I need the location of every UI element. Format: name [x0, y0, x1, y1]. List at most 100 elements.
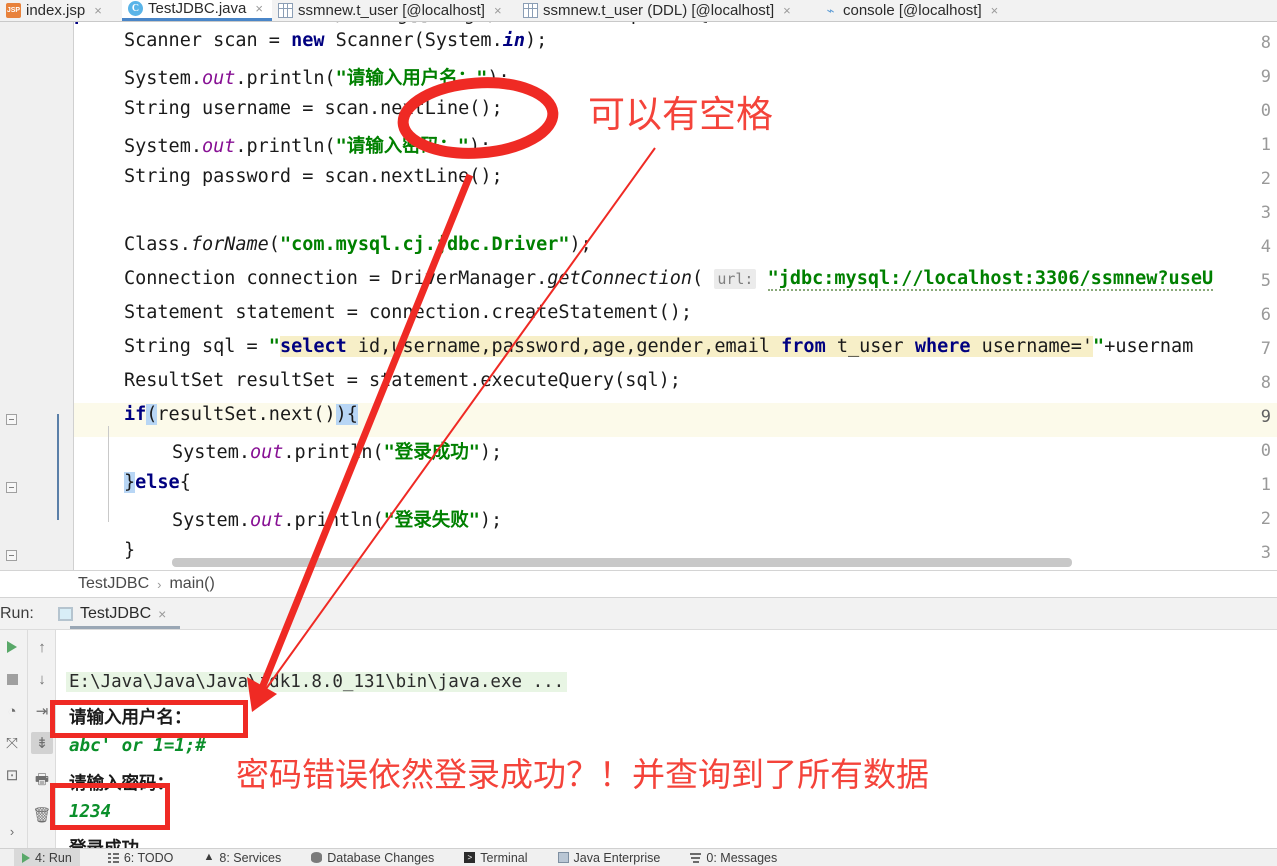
run-toolbar-right-column: ↑ ↓ ⇥ ⇟ 🖶 🗑	[27, 630, 56, 848]
tab-label: TestJDBC.java	[148, 0, 247, 17]
code-line: System.out.println("请输入用户名：");	[124, 68, 510, 89]
status-bar-item-terminal[interactable]: > Terminal	[464, 850, 528, 865]
code-line: String password = scan.nextLine();	[124, 166, 503, 187]
run-icon	[22, 852, 30, 863]
run-tab-label: TestJDBC	[80, 604, 152, 622]
messages-icon	[690, 852, 702, 863]
tab-console-localhost[interactable]: ⌁ console [@localhost] ×	[817, 0, 1027, 21]
run-configuration-tab[interactable]: TestJDBC ×	[58, 598, 181, 630]
ide-window: JSP index.jsp × C TestJDBC.java × ssmnew…	[0, 0, 1277, 866]
dump-threads-button[interactable]: ◔	[1, 700, 23, 722]
tab-ssmnew-t-user-ddl[interactable]: ssmnew.t_user (DDL) [@localhost] ×	[517, 0, 817, 21]
status-bar-label: 4: Run	[35, 850, 72, 865]
scroll-to-end-button[interactable]: ⇟	[31, 732, 53, 754]
fold-marker-icon[interactable]	[6, 414, 17, 425]
console-line: 请输入用户名：	[69, 708, 192, 728]
breadcrumb-separator: ›	[157, 576, 162, 592]
close-icon[interactable]: ×	[158, 606, 166, 622]
database-console-icon: ⌁	[826, 2, 835, 18]
database-icon	[311, 852, 323, 863]
scope-indicator	[57, 414, 59, 520]
status-bar-item-java-enterprise[interactable]: Java Enterprise	[557, 850, 661, 865]
code-folding-strip[interactable]	[52, 22, 74, 570]
code-line: Scanner scan = new Scanner(System.in);	[124, 30, 548, 51]
soft-wrap-button[interactable]: ⇥	[31, 700, 53, 722]
tab-ssmnew-t-user[interactable]: ssmnew.t_user [@localhost] ×	[272, 0, 517, 21]
breadcrumb-item-class[interactable]: TestJDBC	[78, 575, 149, 593]
status-bar-item-services[interactable]: ▲ 8: Services	[203, 851, 281, 865]
tab-label: index.jsp	[26, 1, 86, 19]
run-tool-window-header: Run: TestJDBC ×	[0, 598, 1277, 630]
tab-label: ssmnew.t_user [@localhost]	[298, 1, 485, 19]
jsp-file-icon: JSP	[6, 2, 21, 18]
terminal-icon: >	[464, 852, 476, 863]
status-bar-label: Database Changes	[327, 850, 435, 865]
code-line: Connection connection = DriverManager.ge…	[124, 268, 1214, 291]
status-bar: 4: Run 6: TODO ▲ 8: Services Database Ch…	[0, 848, 1277, 866]
status-bar-item-database-changes[interactable]: Database Changes	[311, 851, 434, 865]
up-arrow-button[interactable]: ↑	[31, 636, 53, 658]
code-line: String username = scan.nextLine();	[124, 98, 503, 119]
status-bar-label: Terminal	[480, 850, 528, 865]
run-configuration-icon	[58, 606, 73, 621]
java-enterprise-icon	[557, 852, 569, 863]
console-line: abc' or 1=1;#	[69, 736, 206, 756]
close-icon[interactable]: ×	[494, 3, 502, 18]
console-line: E:\Java\Java\Java\jdk1.8.0_131\bin\java.…	[66, 672, 568, 692]
stop-icon	[6, 673, 18, 685]
rerun-button[interactable]	[1, 636, 23, 658]
editor-tab-bar: JSP index.jsp × C TestJDBC.java × ssmnew…	[0, 0, 1277, 22]
run-toolbar: ◔ ⤧ ⊡ › ↑ ↓ ⇥ ⇟ 🖶 🗑	[0, 630, 56, 848]
code-line: }else{	[124, 472, 191, 493]
fold-marker-icon[interactable]	[6, 550, 17, 561]
console-output[interactable]: E:\Java\Java\Java\jdk1.8.0_131\bin\java.…	[57, 630, 1277, 848]
close-icon[interactable]: ×	[783, 3, 791, 18]
java-class-icon: C	[128, 1, 143, 16]
status-bar-label: Java Enterprise	[573, 850, 661, 865]
tab-label: console [@localhost]	[843, 1, 982, 19]
console-line: 1234	[69, 802, 112, 822]
code-line: Statement statement = connection.createS…	[124, 302, 693, 323]
code-line: String sql = "select id,username,passwor…	[124, 336, 1194, 357]
down-arrow-button[interactable]: ↓	[31, 668, 53, 690]
tab-testjdbc-java[interactable]: C TestJDBC.java ×	[122, 0, 272, 21]
code-line: System.out.println("请输入密码：");	[124, 136, 492, 157]
code-line: System.out.println("登录失败");	[172, 510, 503, 531]
print-button[interactable]: 🖶	[31, 770, 53, 792]
fold-marker-icon[interactable]	[6, 482, 17, 493]
code-line: }	[124, 540, 136, 561]
run-toolbar-left-column: ◔ ⤧ ⊡ ›	[0, 630, 26, 848]
close-icon[interactable]: ×	[991, 3, 999, 18]
console-line: 请输入密码：	[69, 774, 174, 794]
status-bar-item-todo[interactable]: 6: TODO	[107, 850, 174, 865]
tab-index-jsp[interactable]: JSP index.jsp ×	[0, 0, 122, 21]
run-tool-window: Run: TestJDBC × ◔ ⤧ ⊡ › ↑ ↓ ⇥ ⇟ 🖶 🗑 E:\J…	[0, 598, 1277, 848]
code-line: if(resultSet.next()){	[124, 404, 358, 425]
status-bar-label: 0: Messages	[706, 850, 778, 865]
clear-all-button[interactable]: 🗑	[31, 804, 53, 826]
code-editor[interactable]: public static void main(String[] args) t…	[0, 22, 1277, 570]
play-icon	[7, 641, 17, 653]
close-icon[interactable]: ×	[255, 1, 263, 16]
database-table-icon	[278, 2, 293, 18]
editor-horizontal-scrollbar[interactable]	[172, 558, 1072, 567]
breadcrumb-item-method[interactable]: main()	[169, 575, 214, 593]
export-button[interactable]: ⊡	[1, 764, 23, 786]
code-line: ResultSet resultSet = statement.executeQ…	[124, 370, 681, 391]
restore-layout-button[interactable]: ⤧	[1, 732, 23, 754]
status-bar-item-run[interactable]: 4: Run	[14, 848, 80, 866]
status-bar-label: 6: TODO	[123, 850, 174, 865]
database-table-icon	[523, 2, 538, 18]
status-bar-label: 8: Services	[219, 850, 282, 865]
code-line: System.out.println("登录成功");	[172, 442, 503, 463]
status-bar-item-messages[interactable]: 0: Messages	[690, 851, 777, 865]
close-icon[interactable]: ×	[94, 3, 102, 18]
stop-button[interactable]	[1, 668, 23, 690]
todo-icon	[107, 852, 119, 863]
breadcrumb[interactable]: TestJDBC › main()	[0, 570, 1277, 598]
tab-label: ssmnew.t_user (DDL) [@localhost]	[543, 1, 775, 19]
services-icon: ▲	[203, 851, 215, 863]
run-window-label: Run:	[0, 604, 34, 622]
code-text-area[interactable]: Scanner scan = new Scanner(System.in); S…	[74, 22, 1277, 570]
expand-toolbar-button[interactable]: ›	[1, 820, 23, 842]
